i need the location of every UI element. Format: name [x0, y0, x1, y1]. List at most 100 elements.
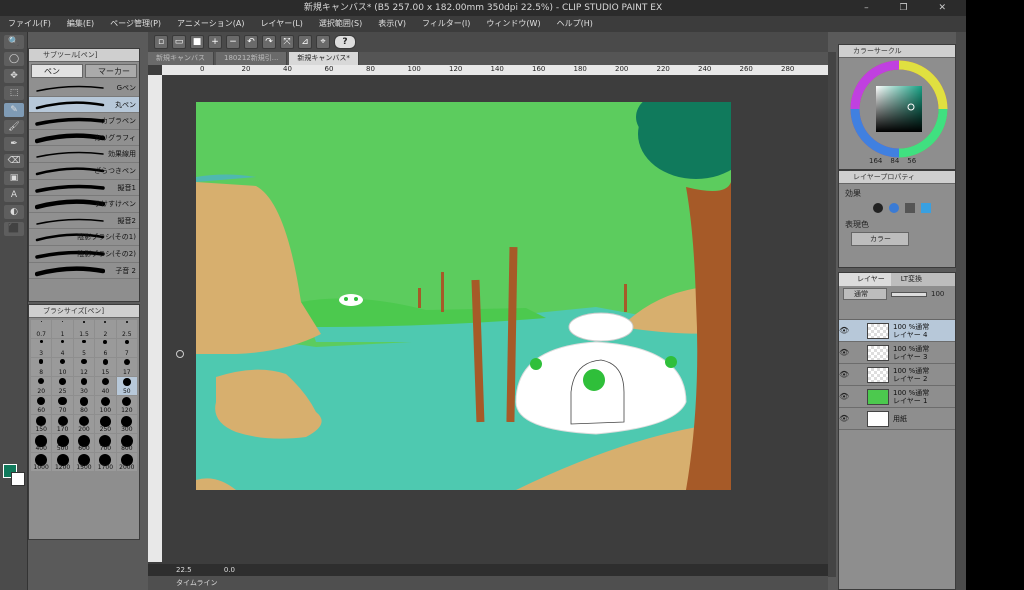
move-tool-icon[interactable]: ✥: [4, 69, 24, 83]
menu-window[interactable]: ウィンドウ(W): [486, 16, 540, 32]
eye-icon[interactable]: 👁: [839, 326, 849, 335]
tone-effect-icon[interactable]: [905, 203, 915, 213]
brush-size-cell[interactable]: 150: [31, 415, 52, 433]
tab-pen[interactable]: ペン: [31, 64, 83, 78]
border-effect-icon[interactable]: [873, 203, 883, 213]
brush-size-cell[interactable]: 3: [31, 339, 52, 357]
timeline-label[interactable]: タイムライン: [176, 579, 218, 587]
brush-item[interactable]: カリグラフィ: [29, 129, 139, 147]
brush-size-cell[interactable]: 80: [73, 396, 95, 414]
brush-size-cell[interactable]: 1500: [73, 453, 95, 471]
tab-layer[interactable]: レイヤー: [839, 273, 891, 286]
brush-size-cell[interactable]: 1: [52, 320, 73, 338]
brush-size-cell[interactable]: 700: [95, 434, 116, 452]
tab-document-2[interactable]: 180212新規引...: [216, 52, 288, 65]
eye-icon[interactable]: 👁: [839, 348, 849, 357]
brush-size-cell[interactable]: 25: [52, 377, 73, 395]
eye-icon[interactable]: 👁: [839, 392, 849, 401]
redo-icon[interactable]: ↷: [262, 35, 276, 49]
eraser-tool-icon[interactable]: ⌫: [4, 154, 24, 168]
brush-size-cell[interactable]: 12: [73, 358, 95, 376]
brush-size-cell[interactable]: 30: [73, 377, 95, 395]
drawing-canvas[interactable]: [196, 102, 731, 490]
text-tool-icon[interactable]: A: [4, 188, 24, 202]
new-file-icon[interactable]: ▫: [154, 35, 168, 49]
brush-item[interactable]: 効果線用: [29, 146, 139, 163]
blend-mode-select[interactable]: 通常: [843, 288, 887, 300]
tab-document-1[interactable]: 新規キャンバス: [148, 52, 214, 65]
menu-help[interactable]: ヘルプ(H): [557, 16, 593, 32]
brush-size-cell[interactable]: 800: [116, 434, 137, 452]
brush-size-cell[interactable]: 2: [95, 320, 116, 338]
menu-filter[interactable]: フィルター(I): [422, 16, 470, 32]
menu-edit[interactable]: 編集(E): [67, 16, 94, 32]
menu-view[interactable]: 表示(V): [378, 16, 406, 32]
pivot-handle[interactable]: [176, 350, 184, 358]
brush-size-cell[interactable]: 300: [116, 415, 137, 433]
brush-item[interactable]: Gペン: [29, 80, 139, 97]
transform-icon[interactable]: ⤧: [280, 35, 294, 49]
brush-size-cell[interactable]: 8: [31, 358, 52, 376]
pen-tool-icon[interactable]: ✎: [4, 103, 24, 117]
blend-tool-icon[interactable]: ◐: [4, 205, 24, 219]
layer-row[interactable]: 👁 100 %通常 レイヤー 3: [839, 342, 955, 364]
lasso-tool-icon[interactable]: ◯: [4, 52, 24, 66]
menu-file[interactable]: ファイル(F): [8, 16, 51, 32]
brush-item[interactable]: 陰影ブラシ(その2): [29, 245, 139, 263]
brush-item[interactable]: ざらつきペン: [29, 162, 139, 180]
opacity-slider[interactable]: [891, 291, 927, 297]
brush-size-cell[interactable]: 50: [116, 377, 137, 395]
tab-lt[interactable]: LT変換: [891, 273, 922, 286]
open-file-icon[interactable]: ▭: [172, 35, 186, 49]
brush-size-cell[interactable]: 20: [31, 377, 52, 395]
brush-size-cell[interactable]: 10: [52, 358, 73, 376]
brush-size-cell[interactable]: 1000: [31, 453, 52, 471]
menu-animation[interactable]: アニメーション(A): [177, 16, 244, 32]
layer-row[interactable]: 👁 100 %通常 レイヤー 1: [839, 386, 955, 408]
selection-tool-icon[interactable]: ⬚: [4, 86, 24, 100]
brush-size-cell[interactable]: 600: [73, 434, 95, 452]
brush-size-cell[interactable]: 2.5: [116, 320, 137, 338]
brush-size-cell[interactable]: 500: [52, 434, 73, 452]
ruler-icon[interactable]: ⊿: [298, 35, 312, 49]
brush-size-cell[interactable]: 120: [116, 396, 137, 414]
brush-size-cell[interactable]: 200: [73, 415, 95, 433]
brush-size-cell[interactable]: 15: [95, 358, 116, 376]
brush-tool-icon[interactable]: 🖌: [4, 120, 24, 134]
undo-icon[interactable]: ↶: [244, 35, 258, 49]
brush-item[interactable]: 陰影ブラシ(その1): [29, 229, 139, 246]
color-effect-icon[interactable]: [921, 203, 931, 213]
brush-item[interactable]: カブラペン: [29, 113, 139, 130]
brush-size-cell[interactable]: 40: [95, 377, 116, 395]
brush-size-cell[interactable]: 6: [95, 339, 116, 357]
tab-document-3[interactable]: 新規キャンバス*: [289, 52, 359, 65]
sub-color-swatch[interactable]: [11, 472, 25, 486]
brush-size-cell[interactable]: 1200: [52, 453, 73, 471]
eye-icon[interactable]: 👁: [839, 370, 849, 379]
brush-size-cell[interactable]: 70: [52, 396, 73, 414]
brush-size-cell[interactable]: 100: [95, 396, 116, 414]
save-icon[interactable]: ■: [190, 35, 204, 49]
brush-item[interactable]: 擬音1: [29, 179, 139, 197]
opacity-value[interactable]: 100: [931, 290, 944, 298]
brush-item[interactable]: 子音 2: [29, 262, 139, 280]
brush-item[interactable]: 丸ペン: [29, 96, 139, 114]
help-button[interactable]: ?: [334, 35, 356, 49]
zoom-tool-icon[interactable]: 🔍: [4, 35, 24, 49]
window-controls[interactable]: – ❐ ✕: [864, 0, 960, 16]
brush-size-cell[interactable]: 250: [95, 415, 116, 433]
hue-ring[interactable]: [849, 59, 949, 159]
fill-tool-icon[interactable]: ▣: [4, 171, 24, 185]
brush-item[interactable]: すけすけペン: [29, 196, 139, 213]
menu-selection[interactable]: 選択範囲(S): [319, 16, 362, 32]
zoom-value[interactable]: 22.5: [176, 566, 192, 574]
marker-tool-icon[interactable]: ✒: [4, 137, 24, 151]
brush-size-cell[interactable]: 4: [52, 339, 73, 357]
menu-layer[interactable]: レイヤー(L): [260, 16, 302, 32]
brush-size-cell[interactable]: 17: [116, 358, 137, 376]
rotation-value[interactable]: 0.0: [224, 566, 235, 574]
brush-size-cell[interactable]: 1.5: [73, 320, 95, 338]
snap-icon[interactable]: ⌖: [316, 35, 330, 49]
vertical-ruler[interactable]: [148, 75, 162, 562]
vertical-scrollbar[interactable]: [828, 52, 836, 577]
